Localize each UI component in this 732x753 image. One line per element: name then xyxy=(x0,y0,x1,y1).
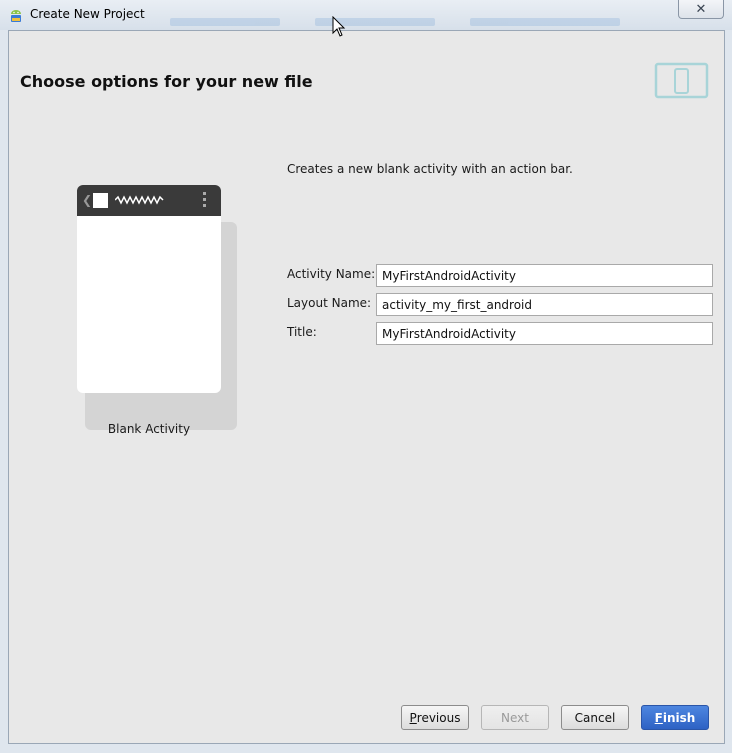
activity-name-label: Activity Name: xyxy=(287,267,376,281)
page-title: Choose options for your new file xyxy=(20,72,313,91)
overflow-menu-icon xyxy=(203,192,207,210)
previous-button[interactable]: Previous xyxy=(401,705,469,730)
dialog-content: Choose options for your new file ❮ Blank… xyxy=(8,30,725,744)
back-icon: ❮ xyxy=(82,193,93,207)
title-squiggle-icon xyxy=(115,195,164,205)
previous-label: revious xyxy=(416,710,461,725)
window-title: Create New Project xyxy=(30,7,145,21)
app-logo-placeholder xyxy=(93,193,108,208)
mouse-cursor-icon xyxy=(332,16,346,37)
cancel-label: Cancel xyxy=(574,710,616,725)
next-label: Next xyxy=(501,710,529,725)
activity-preview: ❮ xyxy=(77,185,221,393)
preview-label: Blank Activity xyxy=(107,422,191,436)
previous-mnemonic: P xyxy=(409,710,417,725)
finish-label: inish xyxy=(662,710,696,725)
cancel-button[interactable]: Cancel xyxy=(561,705,629,730)
layout-name-label: Layout Name: xyxy=(287,296,372,310)
close-button[interactable]: ✕ xyxy=(678,0,724,19)
title-label: Title: xyxy=(287,325,317,339)
layout-name-input[interactable] xyxy=(376,293,713,316)
activity-name-input[interactable] xyxy=(376,264,713,287)
tablet-icon xyxy=(654,62,709,99)
title-bar: Create New Project ✕ xyxy=(0,0,732,30)
close-icon: ✕ xyxy=(695,1,707,17)
action-bar: ❮ xyxy=(77,185,221,216)
android-icon xyxy=(11,10,21,22)
background-editor-tabs xyxy=(150,14,640,30)
finish-button[interactable]: Finish xyxy=(641,705,709,730)
next-button[interactable]: Next xyxy=(481,705,549,730)
finish-mnemonic: F xyxy=(654,710,663,725)
title-input[interactable] xyxy=(376,322,713,345)
template-description: Creates a new blank activity with an act… xyxy=(287,162,573,176)
